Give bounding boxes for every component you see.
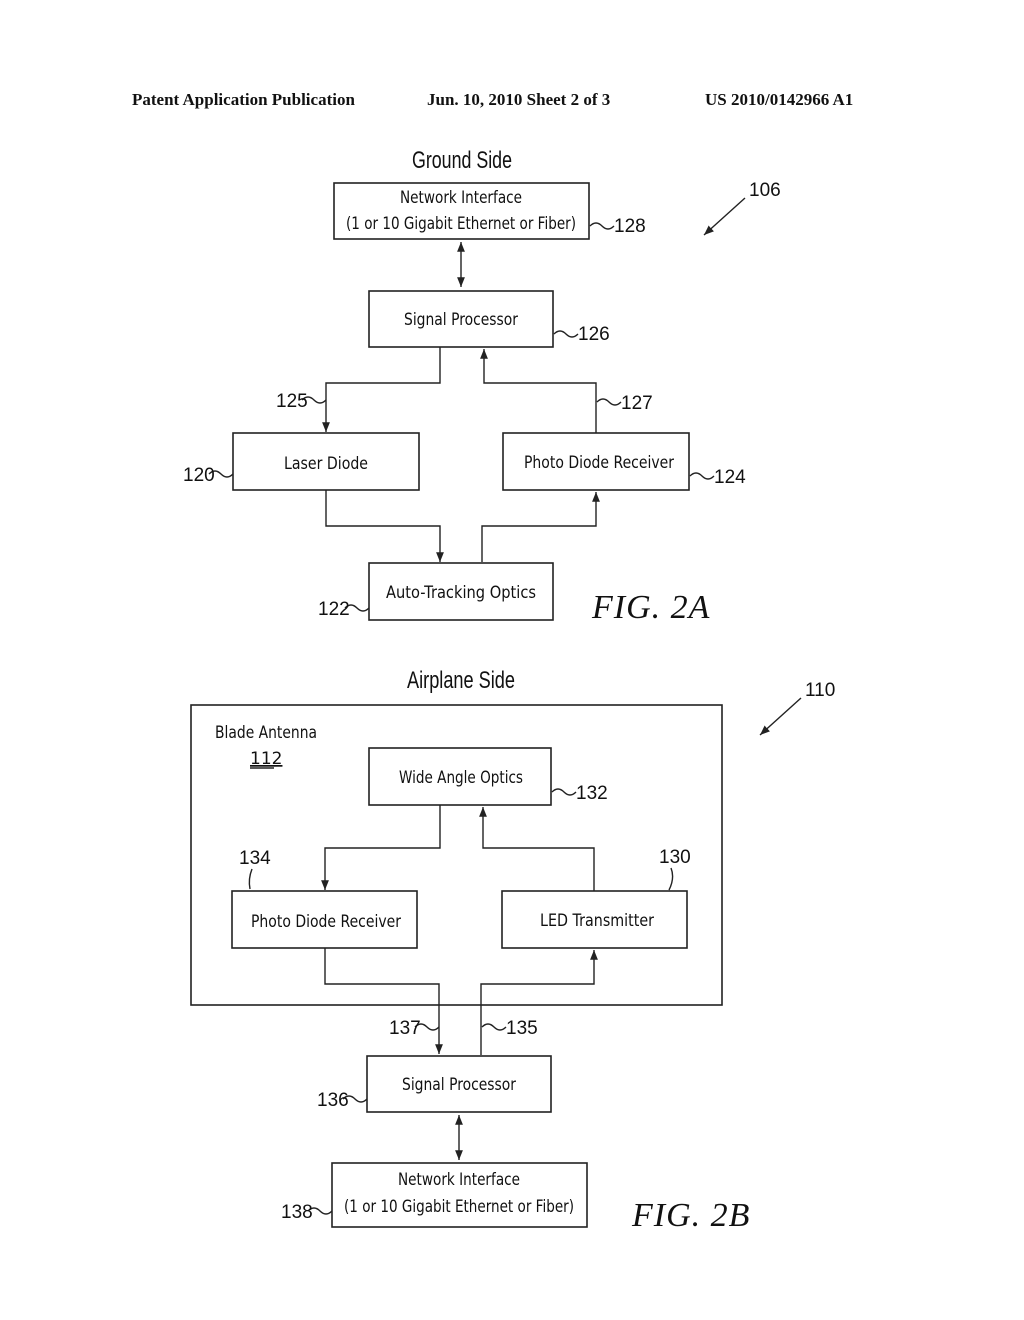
- ref-128: 128: [614, 216, 646, 237]
- figure-2b: Airplane Side Blade Antenna 112 Wide Ang…: [190, 667, 835, 1234]
- photo-diode-receiver-block: Photo Diode Receiver: [502, 432, 690, 491]
- blade-antenna-label: Blade Antenna: [215, 723, 317, 743]
- ref-125: 125: [276, 391, 308, 412]
- ref-130: 130: [659, 847, 691, 868]
- figure-2a: Ground Side Network Interface (1 or 10 G…: [183, 147, 781, 626]
- ref-135: 135: [506, 1018, 538, 1039]
- laser-diode-block: Laser Diode: [232, 432, 420, 491]
- laser-to-optics-arrow: [325, 490, 444, 562]
- led-transmitter-block: LED Transmitter: [501, 890, 688, 949]
- network-interface-label: Network Interface: [400, 188, 522, 208]
- auto-tracking-optics-label: Auto-Tracking Optics: [386, 583, 536, 603]
- ref-110: 110: [805, 680, 835, 701]
- ground-side-title: Ground Side: [412, 147, 512, 174]
- optics-to-receiver-arrow: [481, 492, 600, 562]
- ref-137: 137: [389, 1018, 421, 1039]
- ref-leader: [481, 1023, 507, 1031]
- network-interface-sublabel: (1 or 10 Gigabit Ethernet or Fiber): [344, 1197, 574, 1217]
- signal-processor-label: Signal Processor: [402, 1075, 516, 1095]
- photo-diode-receiver-block: Photo Diode Receiver: [231, 890, 418, 949]
- figure-2b-label: FIG. 2B: [631, 1197, 750, 1234]
- assembly-106-arrow: [703, 197, 746, 236]
- ref-132: 132: [576, 783, 608, 804]
- ref-106: 106: [749, 180, 781, 201]
- photo-diode-receiver-label: Photo Diode Receiver: [524, 453, 674, 473]
- ref-leader: [689, 472, 715, 480]
- ref-leader: [596, 398, 622, 406]
- ref-138: 138: [281, 1202, 313, 1223]
- signal-processor-block: Signal Processor: [368, 290, 554, 348]
- airplane-side-title: Airplane Side: [407, 667, 515, 694]
- ref-120: 120: [183, 465, 215, 486]
- ref-leader: [553, 330, 579, 338]
- ref-124: 124: [714, 467, 746, 488]
- auto-tracking-optics-block: Auto-Tracking Optics: [368, 562, 554, 621]
- network-interface-label: Network Interface: [398, 1170, 520, 1190]
- network-interface-block: Network Interface (1 or 10 Gigabit Ether…: [333, 182, 590, 240]
- ref-127: 127: [621, 393, 653, 414]
- wide-angle-optics-block: Wide Angle Optics: [368, 747, 552, 806]
- ref-134: 134: [239, 848, 271, 869]
- assembly-110-arrow: [759, 697, 802, 736]
- photo-diode-receiver-label: Photo Diode Receiver: [251, 912, 401, 932]
- ref-leader: [589, 222, 615, 230]
- path-127-arrow: [480, 349, 597, 433]
- ref-122: 122: [318, 599, 350, 620]
- path-125-arrow: [322, 347, 441, 432]
- ref-136: 136: [317, 1090, 349, 1111]
- laser-diode-label: Laser Diode: [284, 454, 368, 474]
- led-transmitter-label: LED Transmitter: [540, 911, 654, 931]
- ref-112: 112: [250, 749, 282, 769]
- patent-drawing: Ground Side Network Interface (1 or 10 G…: [183, 147, 835, 1234]
- ref-126: 126: [578, 324, 610, 345]
- network-interface-block: Network Interface (1 or 10 Gigabit Ether…: [331, 1162, 588, 1228]
- network-interface-sublabel: (1 or 10 Gigabit Ethernet or Fiber): [346, 214, 576, 234]
- figure-2a-label: FIG. 2A: [591, 589, 710, 626]
- signal-processor-block: Signal Processor: [366, 1055, 552, 1113]
- wide-angle-optics-label: Wide Angle Optics: [399, 768, 523, 788]
- signal-processor-label: Signal Processor: [404, 310, 518, 330]
